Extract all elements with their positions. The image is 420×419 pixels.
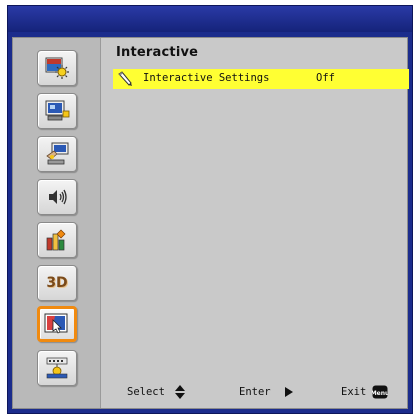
osd-menu-window: 3D Interactive Interactive Settings Off … [7,5,413,414]
enter-hint-label: Enter [239,386,271,398]
menu-item-interactive-settings[interactable]: Interactive Settings Off [113,69,409,89]
menu-key-icon: Menu [372,385,388,399]
picture-icon [45,57,69,79]
options-icon [46,229,66,251]
display-icon [45,100,70,121]
sidebar-item-3d[interactable]: 3D [37,265,77,301]
up-down-arrow-icon [175,385,185,399]
page-title: Interactive [116,45,199,60]
sidebar-item-interactive[interactable] [37,306,77,342]
interactive-icon [44,313,68,334]
category-sidebar: 3D [13,38,101,408]
speaker-icon [49,189,67,205]
right-arrow-icon [285,387,293,397]
sidebar-item-options[interactable] [37,222,77,258]
pen-icon [118,71,132,86]
osd-panel: 3D Interactive Interactive Settings Off … [12,37,409,409]
sidebar-item-volume[interactable] [37,179,77,215]
sidebar-item-picture[interactable] [37,50,77,86]
select-hint-label: Select [127,386,165,398]
osd-title-bar [8,6,412,32]
sidebar-item-setup[interactable] [37,136,77,172]
sidebar-item-lan[interactable] [37,350,77,386]
menu-content: Interactive Interactive Settings Off Sel… [102,38,409,408]
setup-icon [46,142,69,165]
menu-item-label: Interactive Settings [143,72,270,84]
network-icon [46,357,68,379]
exit-hint-label: Exit [341,386,367,398]
svg-text:Menu: Menu [372,390,388,397]
3d-icon: 3D [46,275,68,291]
sidebar-item-display[interactable] [37,93,77,129]
menu-item-value: Off [316,72,335,84]
navigation-hint-bar: Select Enter Exit Menu [102,382,407,402]
